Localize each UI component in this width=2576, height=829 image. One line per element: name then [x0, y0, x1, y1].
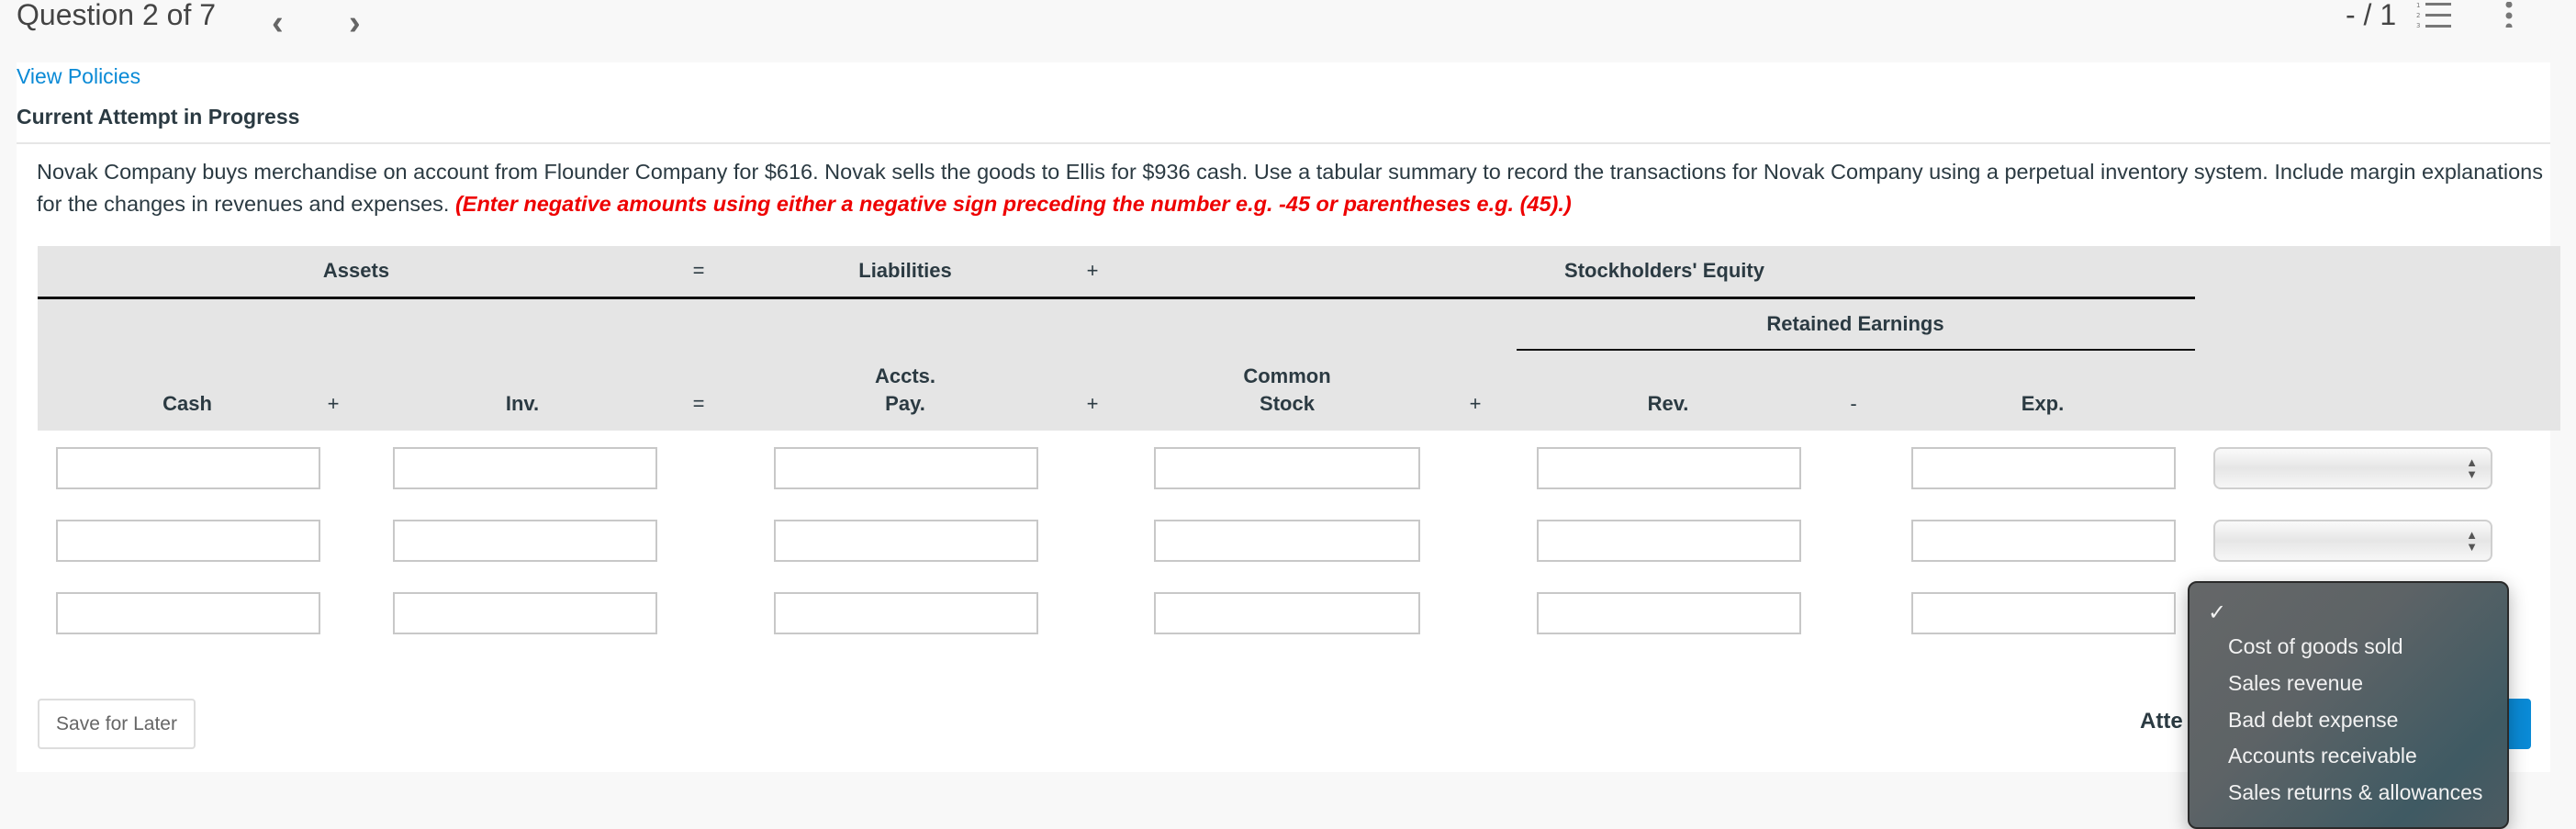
chevron-right-icon[interactable]: ›	[349, 4, 361, 43]
input-inv[interactable]	[393, 447, 657, 489]
input-exp[interactable]	[1911, 520, 2176, 562]
input-cs[interactable]	[1154, 447, 1420, 489]
question-text: Novak Company buys merchandise on accoun…	[37, 156, 2552, 220]
input-cs[interactable]	[1154, 520, 1420, 562]
col-minus: -	[1850, 392, 1857, 415]
col-expense: Exp.	[2021, 392, 2065, 415]
col-revenue: Rev.	[1647, 392, 1689, 415]
svg-text:1: 1	[2416, 2, 2420, 9]
header-plus: +	[1086, 259, 1099, 282]
numbered-list-icon[interactable]: 1 2 3	[2416, 2, 2453, 28]
score: - / 1	[2346, 0, 2397, 31]
input-rev[interactable]	[1537, 447, 1801, 489]
input-exp[interactable]	[1911, 447, 2176, 489]
chevron-left-icon[interactable]: ‹	[272, 4, 284, 43]
col-ap-line2: Pay.	[885, 392, 925, 415]
col-equals: =	[692, 392, 705, 415]
input-exp[interactable]	[1911, 592, 2176, 634]
attempts-label: Atte	[2140, 709, 2183, 734]
col-plus: +	[1086, 392, 1099, 415]
dropdown-option[interactable]: Accounts receivable	[2228, 744, 2417, 768]
save-for-later-button[interactable]: Save for Later	[38, 699, 196, 749]
dropdown-option[interactable]: Sales revenue	[2228, 671, 2363, 696]
header-equals: =	[692, 259, 705, 282]
input-ap[interactable]	[774, 447, 1038, 489]
input-cash[interactable]	[56, 592, 320, 634]
more-vertical-icon[interactable]	[2503, 2, 2515, 28]
attempt-status: Current Attempt in Progress	[17, 105, 300, 129]
input-rev[interactable]	[1537, 592, 1801, 634]
view-policies-link[interactable]: View Policies	[17, 64, 140, 89]
input-cs[interactable]	[1154, 592, 1420, 634]
col-accounts-payable: Accts. Pay.	[875, 363, 935, 418]
input-ap[interactable]	[774, 520, 1038, 562]
question-counter: Question 2 of 7	[17, 0, 217, 31]
select-arrows-icon: ▲ ▼	[2466, 455, 2478, 481]
explanation-select[interactable]: ▲ ▼	[2213, 520, 2492, 562]
divider	[17, 142, 2550, 144]
col-plus: +	[1469, 392, 1482, 415]
header-liabilities: Liabilities	[858, 259, 952, 282]
input-inv[interactable]	[393, 520, 657, 562]
col-cs-line2: Stock	[1260, 392, 1315, 415]
header-rule	[38, 297, 2195, 299]
select-arrows-icon: ▲ ▼	[2466, 528, 2478, 554]
col-cash: Cash	[162, 392, 212, 415]
col-ap-line1: Accts.	[874, 364, 936, 387]
explanation-select[interactable]: ▲ ▼	[2213, 447, 2492, 489]
checkmark-icon: ✓	[2208, 600, 2227, 625]
explanation-dropdown-menu: ✓ Cost of goods sold Sales revenue Bad d…	[2188, 581, 2509, 829]
input-ap[interactable]	[774, 592, 1038, 634]
col-cs-line1: Common	[1243, 364, 1331, 387]
input-cash[interactable]	[56, 447, 320, 489]
dropdown-option[interactable]: Bad debt expense	[2228, 708, 2398, 733]
dropdown-option[interactable]: Cost of goods sold	[2228, 634, 2403, 659]
header-retained-earnings: Retained Earnings	[1766, 312, 1944, 335]
input-cash[interactable]	[56, 520, 320, 562]
retained-earnings-rule	[1517, 349, 2195, 351]
col-common-stock: Common Stock	[1243, 363, 1330, 418]
col-inventory: Inv.	[505, 392, 540, 415]
header-assets: Assets	[322, 259, 390, 282]
dropdown-option[interactable]: Sales returns & allowances	[2228, 780, 2482, 805]
col-plus: +	[327, 392, 340, 415]
input-rev[interactable]	[1537, 520, 1801, 562]
header-stockholders-equity: Stockholders' Equity	[1564, 259, 1764, 282]
question-instruction: (Enter negative amounts using either a n…	[454, 192, 1572, 216]
svg-text:3: 3	[2416, 22, 2420, 28]
svg-text:2: 2	[2416, 12, 2420, 19]
input-inv[interactable]	[393, 592, 657, 634]
